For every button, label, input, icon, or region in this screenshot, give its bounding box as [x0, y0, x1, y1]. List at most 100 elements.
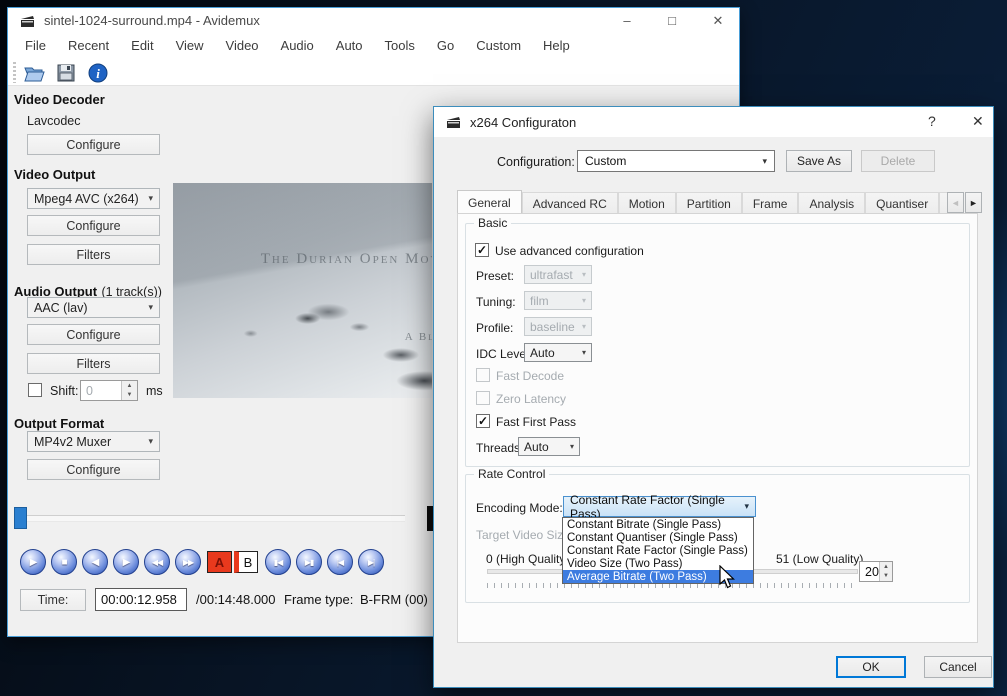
previous-frame-button[interactable]: ◀ [82, 549, 108, 575]
preview-title-text: The Durian Open Movi [261, 251, 432, 268]
tuning-combo: film▾ [524, 291, 592, 310]
go-to-start-button[interactable]: |◀ [327, 549, 353, 575]
time-input[interactable] [95, 588, 187, 611]
frame-type-label: Frame type: [284, 592, 353, 607]
shift-checkbox[interactable] [28, 383, 42, 397]
tab-partition[interactable]: Partition [676, 192, 742, 215]
toolbar-handle[interactable] [13, 62, 16, 83]
use-advanced-configuration-checkbox[interactable] [475, 243, 489, 257]
option-constant-bitrate[interactable]: Constant Bitrate (Single Pass) [563, 518, 753, 531]
menu-video[interactable]: Video [215, 33, 270, 59]
time-button[interactable]: Time: [20, 589, 86, 611]
close-icon[interactable]: ✕ [711, 8, 725, 33]
menu-go[interactable]: Go [426, 33, 465, 59]
tab-scroll-left-button[interactable]: ◄ [947, 192, 964, 213]
menu-view[interactable]: View [165, 33, 215, 59]
video-decoder-heading: Video Decoder [14, 92, 105, 107]
tab-advanced[interactable]: Advanced [939, 192, 947, 215]
go-to-end-button[interactable]: ▶| [358, 549, 384, 575]
audio-output-combo[interactable]: AAC (lav) ▾ [27, 297, 160, 318]
menu-tools[interactable]: Tools [374, 33, 426, 59]
profile-combo: baseline▾ [524, 317, 592, 336]
forward-keyframe-button[interactable]: ▶▶ [175, 549, 201, 575]
threads-combo[interactable]: Auto▾ [518, 437, 580, 456]
option-constant-quantiser[interactable]: Constant Quantiser (Single Pass) [563, 531, 753, 544]
menu-edit[interactable]: Edit [120, 33, 164, 59]
encoding-mode-combo[interactable]: Constant Rate Factor (Single Pass) ▾ [563, 496, 756, 517]
black-prev-icon: ▮◀ [274, 558, 283, 567]
dialog-close-icon[interactable]: ✕ [972, 113, 984, 130]
menu-help[interactable]: Help [532, 33, 581, 59]
tab-scroll-left-icon: ◄ [951, 198, 960, 208]
window-title: sintel-1024-surround.mp4 - Avidemux [44, 13, 260, 28]
next-frame-button[interactable]: ▶ [113, 549, 139, 575]
chevron-down-icon: ▾ [570, 442, 574, 451]
stop-button[interactable]: ■ [51, 549, 77, 575]
shift-spinner[interactable]: 0 ▲▼ [80, 380, 138, 401]
tab-frame[interactable]: Frame [742, 192, 799, 215]
dialog-titlebar[interactable]: x264 Configuraton ? ✕ [434, 107, 993, 137]
menubar: File Recent Edit View Video Audio Auto T… [8, 33, 739, 59]
tab-advanced-rc[interactable]: Advanced RC [522, 192, 618, 215]
previous-black-frame-button[interactable]: ▮◀ [265, 549, 291, 575]
video-output-combo[interactable]: Mpeg4 AVC (x264) ▾ [27, 188, 160, 209]
idc-level-combo[interactable]: Auto▾ [524, 343, 592, 362]
preset-combo: ultrafast▾ [524, 265, 592, 284]
tab-analysis[interactable]: Analysis [798, 192, 865, 215]
marker-b-button[interactable]: B [234, 551, 258, 573]
dialog-help-icon[interactable]: ? [928, 113, 936, 129]
fast-first-pass-checkbox[interactable] [476, 414, 490, 428]
backward-keyframe-button[interactable]: ◀◀ [144, 549, 170, 575]
menu-audio[interactable]: Audio [270, 33, 325, 59]
play-icon: ▶ [30, 557, 37, 568]
save-as-button[interactable]: Save As [786, 150, 852, 172]
video-decoder-configure-button[interactable]: Configure [27, 134, 160, 155]
chevron-down-icon: ▾ [762, 156, 767, 167]
cancel-button[interactable]: Cancel [924, 656, 992, 678]
marker-a-button[interactable]: A [207, 551, 232, 573]
preset-label: Preset: [476, 269, 514, 283]
minimize-icon[interactable]: – [620, 8, 634, 33]
output-format-configure-button[interactable]: Configure [27, 459, 160, 480]
black-next-icon: ▶▮ [305, 558, 314, 567]
tab-general[interactable]: General [457, 190, 522, 215]
target-video-size-label: Target Video Size: [476, 528, 573, 542]
menu-auto[interactable]: Auto [325, 33, 374, 59]
ok-button[interactable]: OK [836, 656, 906, 678]
audio-configure-button[interactable]: Configure [27, 324, 160, 345]
fast-forward-icon: ▶▶ [183, 558, 193, 567]
dialog-app-icon [446, 114, 462, 130]
spin-down-icon: ▼ [880, 572, 892, 582]
tab-motion[interactable]: Motion [618, 192, 676, 215]
configuration-combo[interactable]: Custom ▾ [577, 150, 775, 172]
step-back-icon: ◀ [92, 557, 99, 568]
frame-type-value: B-FRM (00) [360, 592, 428, 607]
menu-recent[interactable]: Recent [57, 33, 120, 59]
maximize-icon[interactable]: □ [665, 8, 679, 33]
main-titlebar[interactable]: sintel-1024-surround.mp4 - Avidemux – □ … [8, 8, 739, 33]
play-button[interactable]: ▶ [20, 549, 46, 575]
tab-quantiser[interactable]: Quantiser [865, 192, 939, 215]
open-file-icon[interactable] [22, 61, 46, 85]
seek-slider-handle[interactable] [14, 507, 27, 529]
video-filters-button[interactable]: Filters [27, 244, 160, 265]
menu-custom[interactable]: Custom [465, 33, 532, 59]
menu-file[interactable]: File [14, 33, 57, 59]
delete-button[interactable]: Delete [861, 150, 935, 172]
info-icon[interactable]: i [86, 61, 110, 85]
tab-scroll-right-button[interactable]: ► [965, 192, 982, 213]
audio-filters-button[interactable]: Filters [27, 353, 160, 374]
duration-text: /00:14:48.000 [196, 592, 276, 607]
encoding-mode-label: Encoding Mode: [476, 501, 563, 515]
save-icon[interactable] [54, 61, 78, 85]
output-format-combo[interactable]: MP4v2 Muxer ▾ [27, 431, 160, 452]
chevron-down-icon: ▾ [582, 348, 586, 357]
video-output-configure-button[interactable]: Configure [27, 215, 160, 236]
use-advanced-configuration-label: Use advanced configuration [495, 244, 644, 258]
threads-label: Threads [476, 441, 520, 455]
seek-slider-track[interactable] [14, 515, 405, 522]
option-constant-rate-factor[interactable]: Constant Rate Factor (Single Pass) [563, 544, 753, 557]
rate-control-group-legend: Rate Control [474, 467, 549, 481]
next-black-frame-button[interactable]: ▶▮ [296, 549, 322, 575]
quantiser-spinner[interactable]: 20 ▲▼ [859, 561, 893, 582]
